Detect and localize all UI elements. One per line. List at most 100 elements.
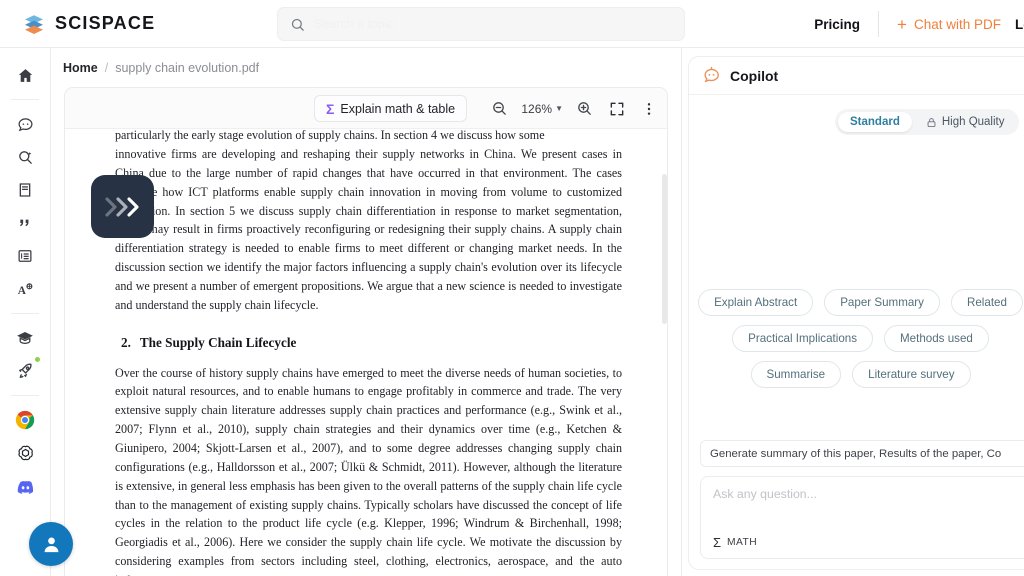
list-detail-icon <box>17 248 33 264</box>
pdf-clipped-line: particularly the early stage evolution o… <box>115 129 622 145</box>
sidebar-item-chat[interactable] <box>8 109 42 139</box>
sidebar-item-citations[interactable] <box>8 208 42 238</box>
pdf-paragraph-2: Over the course of history supply chains… <box>115 364 622 576</box>
pdf-clipped-text: particularly the early stage evolution o… <box>115 129 622 145</box>
chip-practical-implications[interactable]: Practical Implications <box>732 325 873 352</box>
notification-dot <box>35 357 40 362</box>
svg-text:A: A <box>17 285 26 297</box>
quality-option-high-quality[interactable]: High Quality <box>914 112 1017 132</box>
search-icon <box>290 17 305 32</box>
pdf-view-controls: 126% ▼ <box>489 88 659 129</box>
copilot-panel: Copilot Standard High Quality Explain Ab… <box>681 48 1024 576</box>
home-icon <box>17 67 34 84</box>
search-input[interactable] <box>314 17 672 31</box>
brand[interactable]: SCISPACE <box>22 12 155 36</box>
breadcrumb: Home / supply chain evolution.pdf <box>51 48 681 87</box>
chrome-logo-icon <box>15 410 35 430</box>
pdf-scrollbar-thumb[interactable] <box>662 174 667 324</box>
math-button[interactable]: Σ MATH <box>713 535 757 550</box>
divider <box>11 99 39 100</box>
rocket-icon <box>16 362 34 380</box>
sidebar-item-paraphrase[interactable]: A <box>8 274 42 304</box>
suggestion-bar[interactable]: Generate summary of this paper, Results … <box>700 440 1024 467</box>
chip-explain-abstract[interactable]: Explain Abstract <box>698 289 813 316</box>
plus-icon: + <box>897 16 907 33</box>
brand-name: SCISPACE <box>55 13 155 34</box>
discord-logo-icon <box>16 477 35 496</box>
chip-literature-survey[interactable]: Literature survey <box>852 361 970 388</box>
math-label: MATH <box>727 537 757 548</box>
top-right-actions: Pricing + Chat with PDF Login <box>796 0 1024 48</box>
pdf-section-title: The Supply Chain Lifecycle <box>140 335 296 350</box>
global-search[interactable] <box>277 7 685 41</box>
pdf-panel: Σ Explain math & table 126% ▼ <box>64 87 668 576</box>
fullscreen-icon[interactable] <box>606 98 627 119</box>
sidebar-item-discord[interactable] <box>8 471 42 501</box>
chevron-down-icon: ▼ <box>555 104 563 113</box>
sidebar-item-academic[interactable] <box>8 323 42 353</box>
translate-a-icon: A <box>17 281 34 298</box>
zoom-in-icon[interactable] <box>574 98 595 119</box>
sigma-icon: Σ <box>713 535 721 550</box>
book-icon <box>17 182 33 198</box>
copilot-card: Copilot Standard High Quality Explain Ab… <box>688 56 1024 570</box>
chip-paper-summary[interactable]: Paper Summary <box>824 289 940 316</box>
chip-related[interactable]: Related <box>951 289 1023 316</box>
user-avatar-icon <box>40 533 63 556</box>
suggestion-bar-text: Generate summary of this paper, Results … <box>710 448 1001 460</box>
openai-logo-icon <box>16 444 35 463</box>
divider <box>11 313 39 314</box>
avatar[interactable] <box>29 522 73 566</box>
zoom-out-icon[interactable] <box>489 98 510 119</box>
pdf-section-heading: 2. The Supply Chain Lifecycle <box>121 335 622 351</box>
sidebar-item-search[interactable] <box>8 142 42 172</box>
breadcrumb-file: supply chain evolution.pdf <box>115 61 259 75</box>
sidebar-item-library[interactable] <box>8 175 42 205</box>
sidebar-item-notes[interactable] <box>8 241 42 271</box>
pdf-page: particularly the early stage evolution o… <box>65 129 668 576</box>
chat-bubble-icon <box>17 116 34 133</box>
pdf-scrollbar[interactable] <box>662 174 667 576</box>
quality-high-label: High Quality <box>942 116 1005 128</box>
sidebar-item-home[interactable] <box>8 60 42 90</box>
sidebar-item-openai[interactable] <box>8 438 42 468</box>
top-navigation-bar: SCISPACE Pricing + Chat with PDF Login <box>0 0 1024 48</box>
suggestion-chips: Explain Abstract Paper Summary Related P… <box>689 289 1024 388</box>
explain-math-table-button[interactable]: Σ Explain math & table <box>314 95 467 122</box>
chat-with-pdf-label: Chat with PDF <box>914 17 1001 32</box>
triple-chevron-right-icon <box>103 194 143 220</box>
graduation-cap-icon <box>16 329 34 347</box>
sidebar-item-upgrade[interactable] <box>8 356 42 386</box>
ask-question-box[interactable]: Ask any question... Σ MATH <box>700 476 1024 559</box>
robot-face-icon <box>702 66 721 85</box>
stacked-layers-logo-icon <box>22 12 46 36</box>
login-button[interactable]: Login <box>1015 17 1024 32</box>
breadcrumb-separator: / <box>105 61 108 75</box>
app-root: SCISPACE Pricing + Chat with PDF Login <box>0 0 1024 576</box>
sigma-icon: Σ <box>326 101 334 117</box>
quote-icon <box>17 215 33 231</box>
quality-option-standard[interactable]: Standard <box>838 112 912 132</box>
chip-summarise[interactable]: Summarise <box>751 361 842 388</box>
zoom-level-selector[interactable]: 126% ▼ <box>521 102 563 116</box>
copilot-header: Copilot <box>689 57 1024 95</box>
pdf-toolbar: Σ Explain math & table 126% ▼ <box>65 88 667 129</box>
pdf-paragraph-1: innovative firms are developing and resh… <box>115 145 622 315</box>
pdf-section-number: 2. <box>121 335 131 350</box>
sidebar-item-chrome-extension[interactable] <box>8 405 42 435</box>
chat-with-pdf-button[interactable]: + Chat with PDF <box>879 16 1015 33</box>
divider <box>11 395 39 396</box>
explain-math-table-label: Explain math & table <box>340 102 455 116</box>
lock-icon <box>926 117 937 128</box>
more-vertical-icon[interactable] <box>638 98 659 119</box>
pdf-viewer-column: Home / supply chain evolution.pdf Σ Expl… <box>51 48 681 576</box>
zoom-level-value: 126% <box>521 102 552 116</box>
pricing-link[interactable]: Pricing <box>796 17 878 32</box>
chip-methods-used[interactable]: Methods used <box>884 325 989 352</box>
copilot-title: Copilot <box>730 68 778 84</box>
quality-toggle: Standard High Quality <box>835 109 1019 135</box>
breadcrumb-home[interactable]: Home <box>63 61 98 75</box>
expand-panel-toggle[interactable] <box>91 175 154 238</box>
ask-question-placeholder: Ask any question... <box>713 487 1024 501</box>
pdf-scroll-area[interactable]: particularly the early stage evolution o… <box>65 129 668 576</box>
